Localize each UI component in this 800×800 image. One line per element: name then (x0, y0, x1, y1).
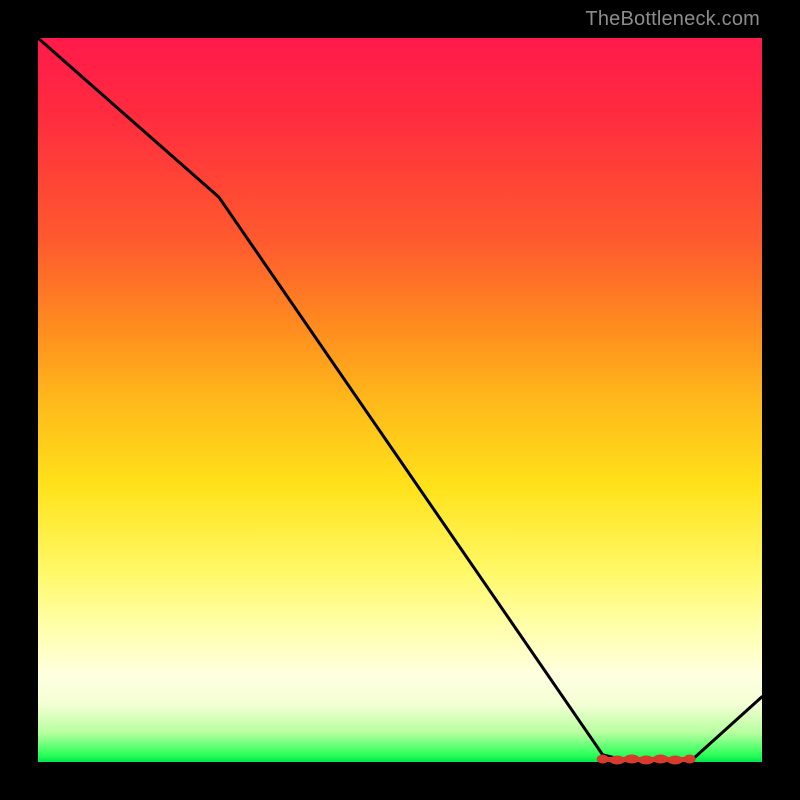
chart-svg (38, 38, 762, 762)
min-marker-dot (638, 756, 654, 765)
attribution-label: TheBottleneck.com (585, 8, 760, 31)
plot-area (38, 38, 762, 762)
min-marker-dot (597, 755, 609, 764)
min-marker-dot (653, 755, 669, 764)
min-marker-dot (667, 756, 683, 765)
chart-frame: TheBottleneck.com (0, 0, 800, 800)
min-marker-dot (684, 755, 696, 764)
min-marker-dot (624, 755, 640, 764)
bottleneck-curve (38, 38, 762, 762)
min-marker-dot (609, 756, 625, 765)
